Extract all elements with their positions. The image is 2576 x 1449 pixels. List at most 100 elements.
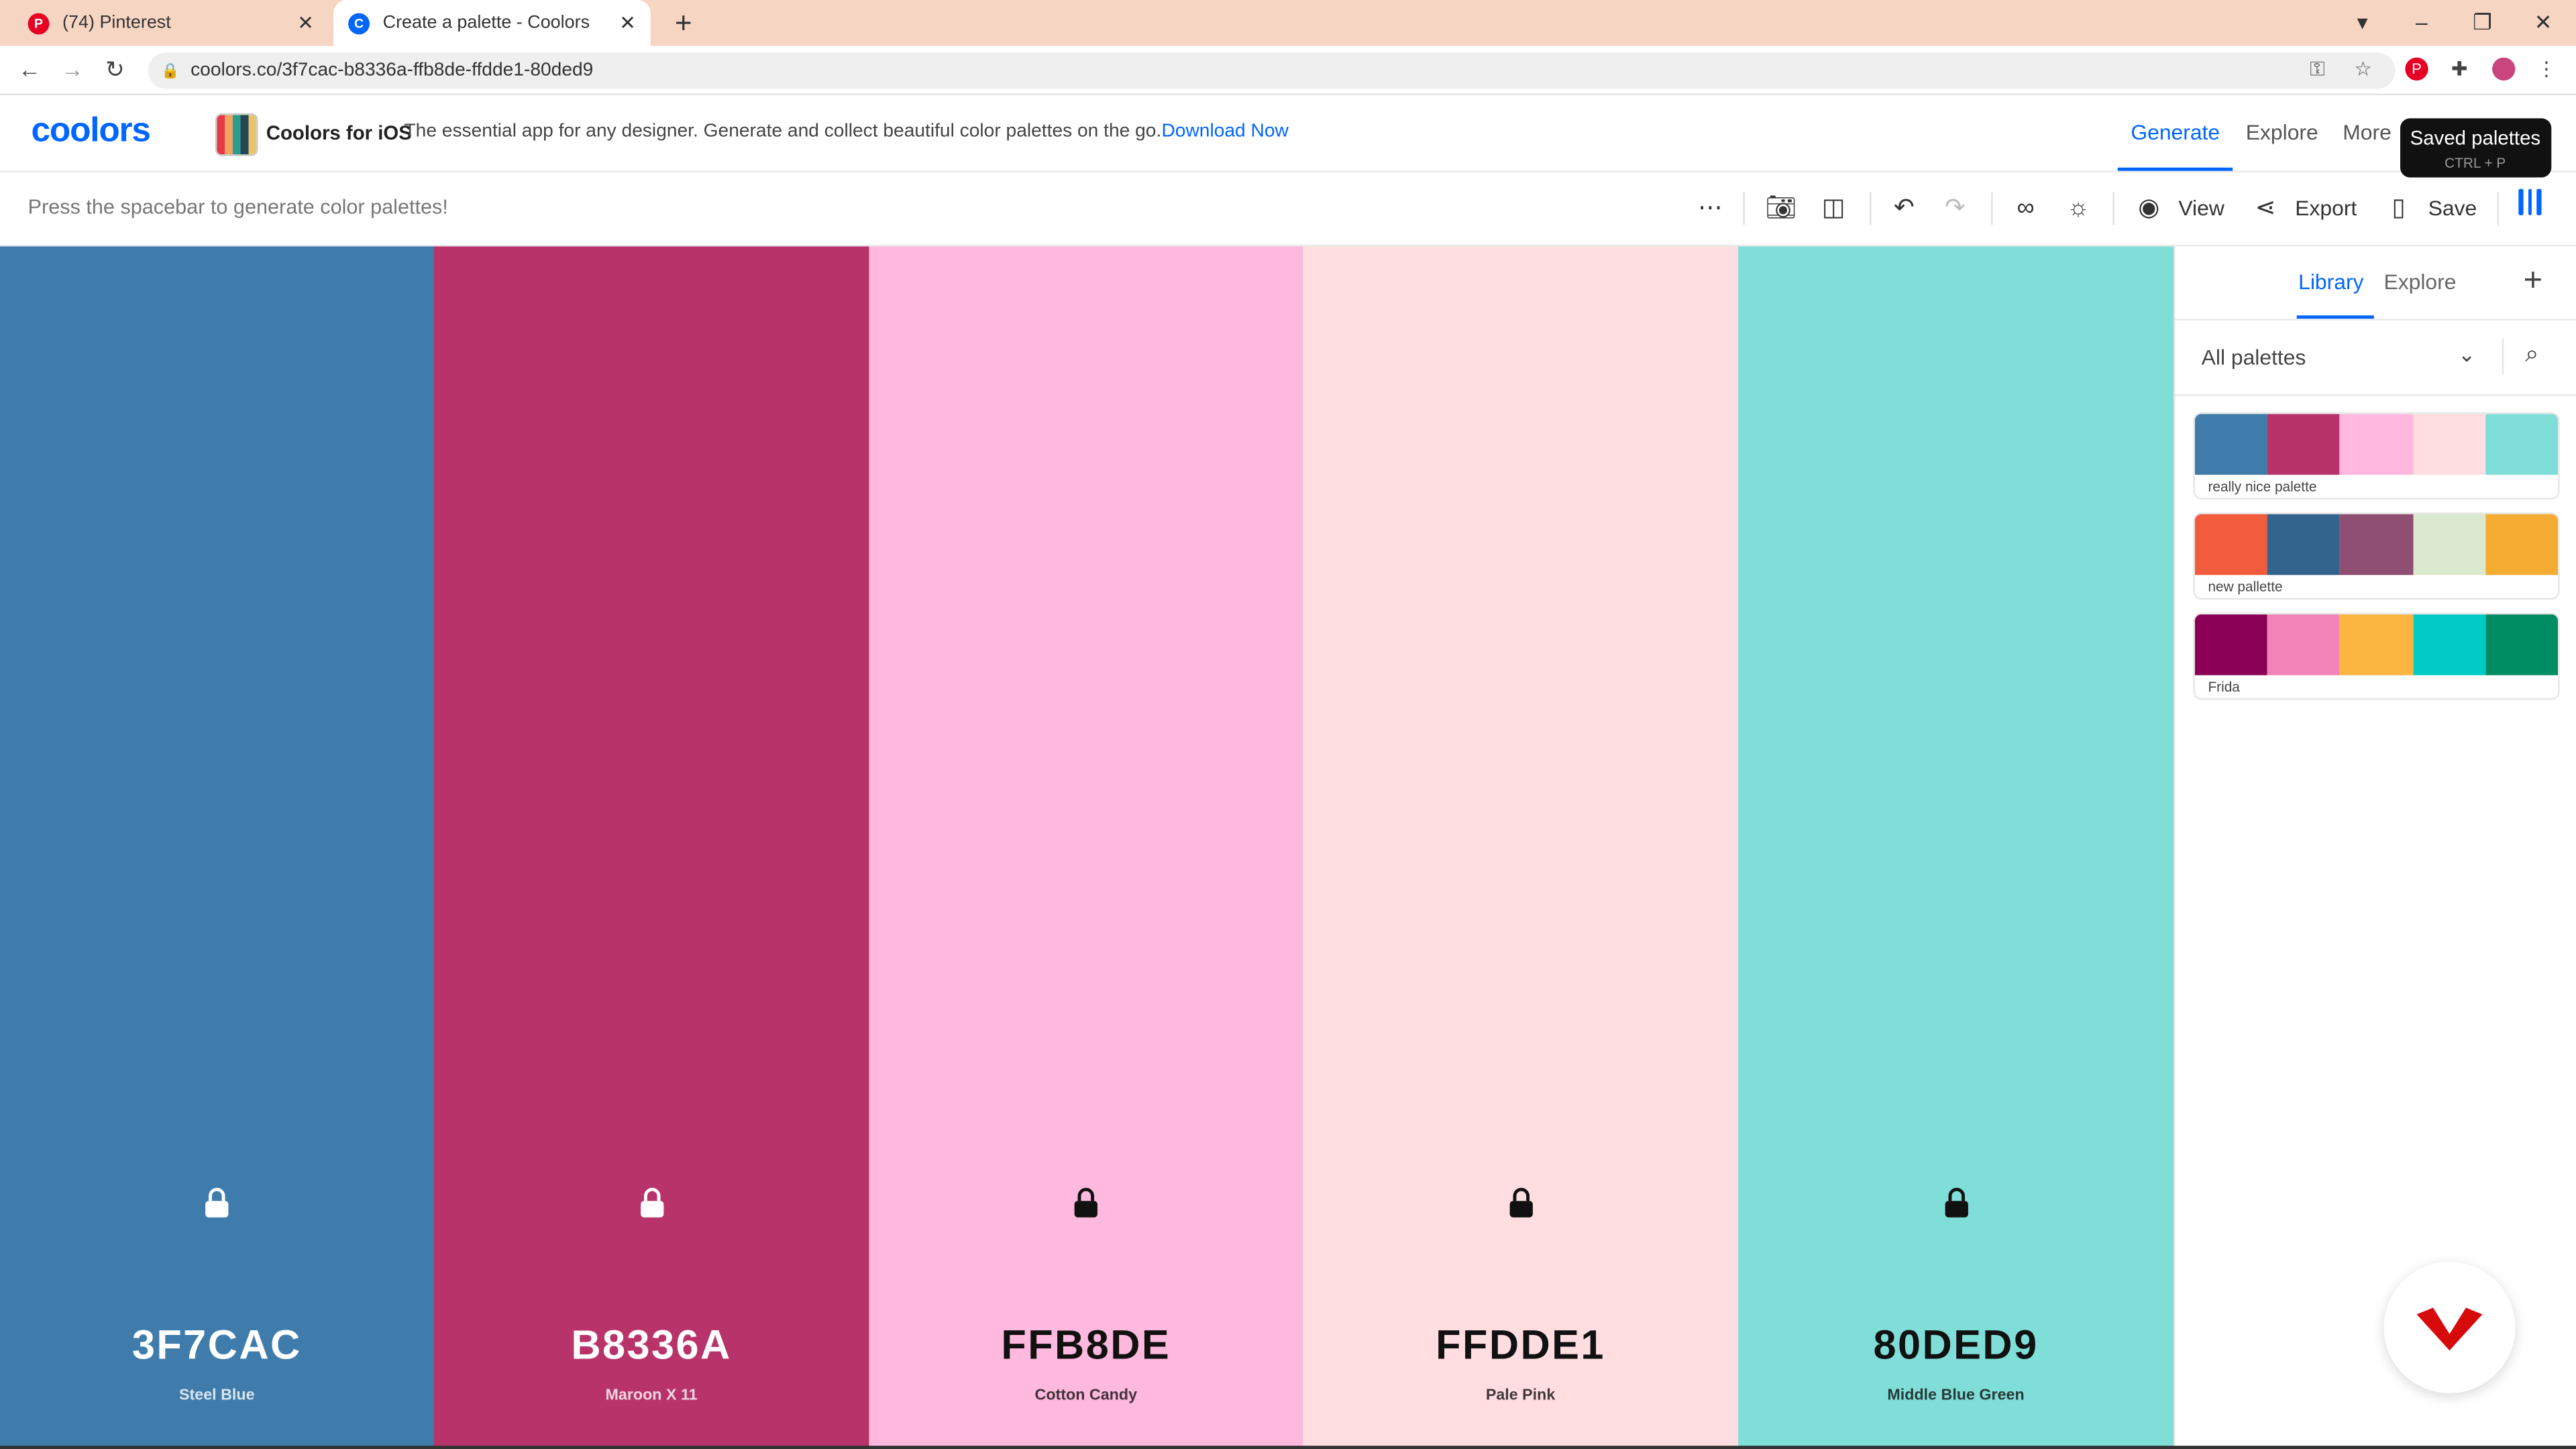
palette-name: new pallette bbox=[2208, 578, 2283, 595]
lock-icon[interactable] bbox=[1939, 1186, 1972, 1219]
search-icon[interactable]: ⌕ bbox=[2525, 340, 2539, 368]
download-now-link[interactable]: Download Now bbox=[1161, 121, 1288, 141]
saved-palette-card[interactable]: really nice palette bbox=[2193, 412, 2560, 500]
close-icon[interactable]: ✕ bbox=[292, 11, 319, 34]
lock-icon[interactable] bbox=[201, 1186, 233, 1219]
tab-pinterest[interactable]: P (74) Pinterest ✕ bbox=[13, 0, 329, 46]
layout-icon[interactable]: ◫ bbox=[1817, 193, 1850, 225]
color-blindness-glasses-icon[interactable]: ∞ bbox=[2009, 193, 2042, 225]
palette-swatch bbox=[2340, 514, 2413, 576]
hex-code[interactable]: 3F7CAC bbox=[0, 1322, 434, 1370]
palette-swatch bbox=[2412, 614, 2485, 676]
bookmark-star-icon[interactable]: ☆ bbox=[2354, 58, 2371, 80]
palette-bar bbox=[2527, 189, 2532, 215]
palette-bar bbox=[2518, 189, 2523, 215]
lock-icon[interactable] bbox=[1069, 1186, 1102, 1219]
hex-code[interactable]: 80DED9 bbox=[1738, 1322, 2174, 1370]
browser-tab-strip: P (74) Pinterest ✕ C Create a palette - … bbox=[0, 0, 2576, 46]
color-name: Steel Blue bbox=[179, 1386, 255, 1405]
brand-logo-icon bbox=[2416, 1307, 2483, 1351]
nav-generate[interactable]: Generate bbox=[2131, 120, 2220, 145]
color-column[interactable]: 3F7CAC Steel Blue bbox=[0, 246, 434, 1449]
color-name: Pale Pink bbox=[1485, 1386, 1556, 1405]
pinterest-extension-icon[interactable]: P bbox=[2405, 57, 2428, 81]
color-column[interactable]: FFB8DE Cotton Candy bbox=[869, 246, 1303, 1449]
lock-icon[interactable] bbox=[1504, 1186, 1537, 1219]
site-header: coolors Coolors for iOS The essential ap… bbox=[0, 95, 2576, 173]
adjust-brightness-icon[interactable]: ☼ bbox=[2061, 193, 2094, 225]
nav-active-indicator bbox=[2117, 167, 2233, 171]
spacebar-hint: Press the spacebar to generate color pal… bbox=[28, 195, 448, 219]
share-icon[interactable]: ⋖ bbox=[2249, 193, 2282, 225]
palette-swatch bbox=[2340, 614, 2413, 676]
browser-menu-icon[interactable]: ⋮ bbox=[2535, 58, 2558, 80]
tab-coolors[interactable]: C Create a palette - Coolors ✕ bbox=[333, 0, 651, 46]
hex-code[interactable]: B8336A bbox=[434, 1322, 869, 1370]
palette-swatch bbox=[2412, 514, 2485, 576]
saved-palettes-button[interactable] bbox=[2518, 189, 2544, 215]
bookmark-icon[interactable]: ▯ bbox=[2382, 193, 2415, 225]
close-window-button[interactable]: ✕ bbox=[2530, 10, 2556, 36]
key-icon[interactable]: ⚿ bbox=[2310, 58, 2324, 83]
address-bar-row: ← → ↻ 🔒 coolors.co/3f7cac-b8336a-ffb8de-… bbox=[0, 46, 2576, 96]
promo-title: Coolors for iOS bbox=[266, 121, 412, 145]
palette-swatches bbox=[2194, 614, 2559, 676]
tab-library[interactable]: Library bbox=[2298, 270, 2363, 294]
more-options-icon[interactable]: ⋯ bbox=[1694, 193, 1727, 225]
palette-swatch bbox=[2194, 614, 2268, 676]
color-column[interactable]: FFDDE1 Pale Pink bbox=[1303, 246, 1739, 1449]
palette-name: really nice palette bbox=[2208, 478, 2317, 495]
view-button[interactable]: View bbox=[2178, 195, 2224, 220]
palette-filter-select[interactable]: All palettes bbox=[2202, 345, 2306, 370]
nav-more[interactable]: More bbox=[2343, 120, 2392, 145]
add-palette-icon[interactable]: + bbox=[2524, 263, 2543, 301]
reload-icon[interactable]: ↻ bbox=[102, 56, 128, 82]
hex-code[interactable]: FFDDE1 bbox=[1303, 1322, 1738, 1370]
palette-swatches bbox=[2194, 414, 2559, 475]
nav-explore[interactable]: Explore bbox=[2246, 120, 2318, 145]
divider bbox=[2502, 338, 2504, 375]
omnibox[interactable]: 🔒 coolors.co/3f7cac-b8336a-ffb8de-ffdde1… bbox=[148, 52, 2396, 89]
divider bbox=[0, 1446, 2576, 1449]
color-column[interactable]: 80DED9 Middle Blue Green bbox=[1738, 246, 2174, 1449]
close-icon[interactable]: ✕ bbox=[614, 11, 641, 34]
palette-swatch bbox=[2267, 514, 2341, 576]
saved-palette-card[interactable]: Frida bbox=[2193, 612, 2560, 700]
lock-icon[interactable] bbox=[635, 1186, 668, 1219]
palette-swatch bbox=[2267, 414, 2341, 475]
generator-toolbar: Press the spacebar to generate color pal… bbox=[0, 172, 2576, 247]
url-text: coolors.co/3f7cac-b8336a-ffb8de-ffdde1-8… bbox=[191, 60, 594, 81]
saved-palettes-tooltip: Saved palettes CTRL + P bbox=[2400, 118, 2552, 178]
redo-icon[interactable]: ↷ bbox=[1939, 193, 1972, 225]
tab-explore[interactable]: Explore bbox=[2383, 270, 2456, 294]
tab-search-icon[interactable]: ▾ bbox=[2349, 10, 2375, 36]
ios-app-icon bbox=[215, 113, 258, 156]
palette-swatch bbox=[2485, 514, 2559, 576]
export-button[interactable]: Export bbox=[2295, 195, 2357, 220]
tooltip-shortcut: CTRL + P bbox=[2445, 154, 2506, 171]
extensions-puzzle-icon[interactable]: ✚ bbox=[2448, 58, 2471, 80]
color-column[interactable]: B8336A Maroon X 11 bbox=[433, 246, 869, 1449]
undo-icon[interactable]: ↶ bbox=[1888, 193, 1921, 225]
promo-text: The essential app for any designer. Gene… bbox=[404, 121, 1162, 142]
minimize-button[interactable]: – bbox=[2408, 10, 2434, 36]
saved-palette-card[interactable]: new pallette bbox=[2193, 513, 2560, 600]
new-tab-button[interactable]: + bbox=[669, 7, 698, 40]
lock-icon: 🔒 bbox=[161, 61, 180, 78]
back-icon[interactable]: ← bbox=[16, 56, 42, 82]
chevron-down-icon[interactable]: ⌄ bbox=[2458, 341, 2476, 368]
profile-avatar-icon[interactable] bbox=[2492, 57, 2516, 81]
camera-icon[interactable]: 📷︎ bbox=[1764, 193, 1797, 225]
palette-swatch bbox=[2485, 414, 2559, 475]
palette-swatch bbox=[2412, 414, 2485, 475]
palette-bar bbox=[2536, 189, 2541, 215]
restore-button[interactable]: ❐ bbox=[2469, 10, 2496, 36]
tab-title: (74) Pinterest bbox=[62, 13, 171, 33]
save-button[interactable]: Save bbox=[2428, 195, 2477, 220]
forward-icon[interactable]: → bbox=[59, 56, 85, 82]
divider bbox=[2497, 192, 2499, 225]
coolors-logo[interactable]: coolors bbox=[32, 112, 151, 152]
promo-badge[interactable] bbox=[2383, 1261, 2516, 1393]
hex-code[interactable]: FFB8DE bbox=[869, 1322, 1303, 1370]
eye-icon[interactable]: ◉ bbox=[2133, 193, 2165, 225]
